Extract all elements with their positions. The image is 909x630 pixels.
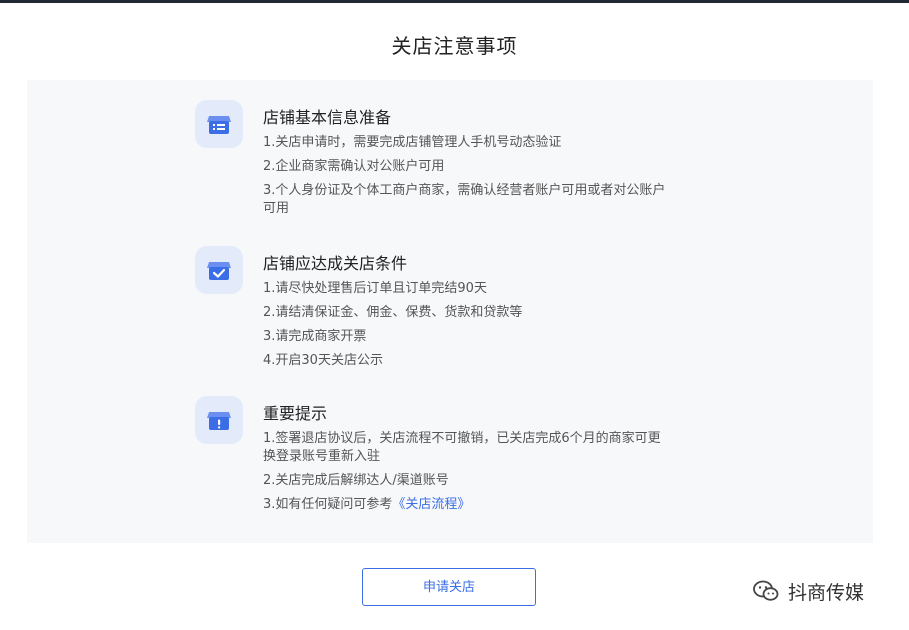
store-alert-icon xyxy=(195,396,243,444)
list-item: 3.如有任何疑问可参考《关店流程》 xyxy=(263,496,673,514)
list-item: 1.请尽快处理售后订单且订单完结90天 xyxy=(263,281,487,296)
apply-close-store-button[interactable]: 申请关店 xyxy=(362,568,536,606)
list-item: 3.个人身份证及个体工商户商家，需确认经营者账户可用或者对公账户可用 xyxy=(263,183,666,216)
page-title: 关店注意事项 xyxy=(391,34,518,58)
store-info-icon xyxy=(195,100,243,148)
list-item: 2.请结清保证金、佣金、保费、货款和贷款等 xyxy=(263,305,523,320)
section-list: 1.签署退店协议后，关店流程不可撤销，已关店完成6个月的商家可更换登录账号重新入… xyxy=(263,430,673,520)
section-list: 1.请尽快处理售后订单且订单完结90天 2.请结清保证金、佣金、保费、货款和贷款… xyxy=(263,280,673,376)
list-item: 1.关店申请时，需要完成店铺管理人手机号动态验证 xyxy=(263,135,562,150)
section-title: 店铺应达成关店条件 xyxy=(263,254,408,273)
list-item-text: 3.如有任何疑问可参考 xyxy=(263,497,393,512)
list-item: 4.开启30天关店公示 xyxy=(263,353,383,368)
wechat-icon xyxy=(753,580,779,601)
store-check-icon xyxy=(195,246,243,294)
watermark: 抖商传媒 xyxy=(752,576,864,606)
top-bar xyxy=(0,0,909,3)
section-title: 重要提示 xyxy=(263,404,328,423)
list-item: 2.企业商家需确认对公账户可用 xyxy=(263,159,445,174)
list-item: 1.签署退店协议后，关店流程不可撤销，已关店完成6个月的商家可更换登录账号重新入… xyxy=(263,431,661,464)
list-item: 2.关店完成后解绑达人/渠道账号 xyxy=(263,473,449,488)
watermark-text: 抖商传媒 xyxy=(788,581,865,604)
close-process-link[interactable]: 《关店流程》 xyxy=(392,497,470,512)
list-item: 3.请完成商家开票 xyxy=(263,329,367,344)
section-title: 店铺基本信息准备 xyxy=(263,108,392,127)
section-list: 1.关店申请时，需要完成店铺管理人手机号动态验证 2.企业商家需确认对公账户可用… xyxy=(263,134,673,224)
